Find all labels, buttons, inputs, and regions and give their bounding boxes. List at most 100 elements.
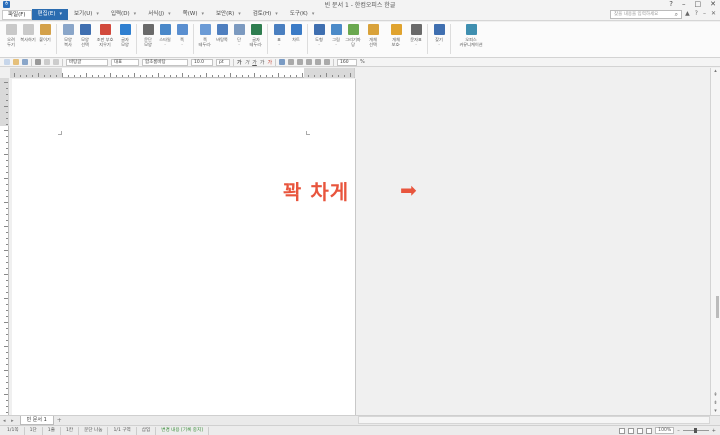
style-select[interactable]: 바탕글 xyxy=(66,58,108,66)
ribbon-button-5[interactable]: 조판 부호 지우기 xyxy=(94,22,116,56)
distribute-icon[interactable] xyxy=(315,59,322,65)
new-doc-icon[interactable] xyxy=(4,59,10,65)
ruler-tick xyxy=(74,75,75,77)
zoom-select[interactable]: 100% xyxy=(655,427,675,434)
ruler-tick xyxy=(6,124,8,125)
add-tab-button[interactable]: + xyxy=(57,417,62,424)
help-icon[interactable]: ? xyxy=(669,0,673,8)
line-spacing-input[interactable]: 160 xyxy=(337,58,358,66)
view-web-icon[interactable] xyxy=(637,427,644,434)
ruler-tick xyxy=(122,75,123,77)
maximize-button[interactable]: □ xyxy=(695,0,702,8)
menu-tools[interactable]: 도구(K) ▾ xyxy=(284,9,321,20)
ruler-tick xyxy=(98,75,99,77)
file-menu[interactable]: 파일(F) xyxy=(2,9,32,20)
doc-minimize-button[interactable]: – xyxy=(703,10,706,17)
ribbon-button-21[interactable]: 문자표 · xyxy=(408,22,424,56)
strikethrough-icon[interactable]: 가 xyxy=(260,59,265,66)
ribbon-button-2[interactable]: 붙이기 · xyxy=(37,22,53,56)
zoom-in-icon[interactable]: + xyxy=(712,428,716,434)
ribbon-button-17[interactable]: 그림 · xyxy=(328,22,344,56)
ribbon-button-label: 쪽 테두리· xyxy=(198,37,212,47)
menu-insert[interactable]: 입력(D) ▾ xyxy=(105,9,142,20)
menu-page[interactable]: 쪽(W) ▾ xyxy=(177,9,210,20)
zoom-out-icon[interactable]: – xyxy=(677,428,680,434)
ribbon-button-label: 바탕쪽 xyxy=(216,37,228,42)
align-right-icon[interactable] xyxy=(306,59,313,65)
bold-icon[interactable]: 가 xyxy=(237,59,242,66)
zoom-slider[interactable] xyxy=(682,428,709,433)
ribbon-button-15[interactable]: 차트 xyxy=(288,22,304,56)
ribbon-button-13[interactable]: 글자 테두리· xyxy=(248,22,264,56)
align-justify-icon[interactable] xyxy=(279,59,286,65)
ribbon-button-19[interactable]: 개체 선택 xyxy=(362,22,384,56)
ribbon-button-9[interactable]: 쪽 · xyxy=(174,22,190,56)
unit-select[interactable]: pt xyxy=(216,58,230,66)
horizontal-scrollbar[interactable] xyxy=(358,416,710,424)
zoom-fit-icon[interactable] xyxy=(646,427,653,434)
ribbon-button-18[interactable]: 그리기마당 xyxy=(345,22,361,56)
divide-icon[interactable] xyxy=(324,59,331,65)
ribbon-button-7[interactable]: 문단 모양 xyxy=(140,22,156,56)
scroll-thumb[interactable] xyxy=(716,296,719,318)
redo-icon[interactable] xyxy=(53,59,59,65)
help-icon[interactable]: ? xyxy=(695,10,698,17)
vertical-scrollbar[interactable]: ▴ ⇞ ⇟ ▾ xyxy=(710,68,720,415)
menu-view[interactable]: 보기(U) ▾ xyxy=(68,9,105,20)
ruler-tick xyxy=(266,75,267,77)
print-icon[interactable] xyxy=(35,59,41,65)
search-input[interactable]: 찾을 내용을 입력하세요 ⌕ xyxy=(610,10,682,19)
vertical-ruler[interactable] xyxy=(0,78,9,415)
ribbon-button-10[interactable]: 쪽 테두리· xyxy=(197,22,213,56)
scroll-up-icon[interactable]: ▴ xyxy=(711,68,720,75)
open-icon[interactable] xyxy=(13,59,19,65)
view-normal-icon[interactable] xyxy=(619,427,626,434)
italic-icon[interactable]: 가 xyxy=(245,59,250,66)
next-page-icon[interactable]: ⇟ xyxy=(711,400,720,407)
underline-icon[interactable]: 가 xyxy=(252,59,257,66)
ribbon-button-6[interactable]: 글자 모양 xyxy=(117,22,133,56)
ribbon-button-11[interactable]: 바탕쪽 xyxy=(214,22,230,56)
tab-nav-arrows[interactable]: ◂ ▸ xyxy=(3,418,16,424)
ribbon-button-14[interactable]: 표 · xyxy=(271,22,287,56)
language-select[interactable]: 대표 xyxy=(111,58,139,66)
document-page[interactable] xyxy=(12,79,356,416)
ribbon-button-22[interactable]: 찾기 · xyxy=(431,22,447,56)
font-select[interactable]: 함초롬바탕 xyxy=(142,58,188,66)
align-left-icon[interactable] xyxy=(288,59,295,65)
status-track-changes[interactable]: 변경 내용 [기록 중지] xyxy=(156,426,210,435)
ribbon-button-8[interactable]: 스타일 · xyxy=(157,22,173,56)
font-color-icon[interactable]: 가 xyxy=(267,59,272,66)
status-insert-mode[interactable]: 삽입 xyxy=(137,426,157,435)
doc-close-button[interactable]: ✕ xyxy=(711,10,716,17)
font-size-input[interactable]: 10.0 xyxy=(191,58,213,66)
tab-document-1[interactable]: 빈 문서 1 xyxy=(19,416,54,425)
status-page[interactable]: 1/1쪽 xyxy=(2,426,25,435)
ribbon-button-label: 표 · xyxy=(277,37,281,47)
minimize-button[interactable]: – xyxy=(682,0,686,8)
menu-security[interactable]: 보안(R) ▾ xyxy=(210,9,247,20)
zoom-slider-knob[interactable] xyxy=(693,428,697,433)
ribbon-button-23[interactable]: 오피스 커뮤니케이션 xyxy=(454,22,488,56)
save-icon[interactable] xyxy=(22,59,28,65)
horizontal-ruler[interactable] xyxy=(10,68,355,78)
prev-page-icon[interactable]: ⇞ xyxy=(711,392,720,399)
menu-edit[interactable]: 편집(E) ▾ xyxy=(31,9,68,20)
search-icon[interactable]: ⌕ xyxy=(675,11,678,19)
ribbon-button-12[interactable]: 단 · xyxy=(231,22,247,56)
ribbon-button-16[interactable]: 도형 · xyxy=(311,22,327,56)
view-page-icon[interactable] xyxy=(628,427,635,434)
menu-format[interactable]: 서식(J) ▾ xyxy=(142,9,177,20)
scroll-down-icon[interactable]: ▾ xyxy=(711,408,720,415)
undo-icon[interactable] xyxy=(44,59,50,65)
ribbon-button-4[interactable]: 모양 선택 xyxy=(77,22,93,56)
collapse-ribbon-icon[interactable]: ▲ xyxy=(685,10,690,17)
menu-review[interactable]: 검토(H) ▾ xyxy=(247,9,284,20)
align-center-icon[interactable] xyxy=(297,59,304,65)
ribbon-button-0[interactable]: 오려 두기 xyxy=(3,22,19,56)
ribbon-button-1[interactable]: 복사하기 xyxy=(20,22,36,56)
ribbon-button-20[interactable]: 개체 보호· xyxy=(385,22,407,56)
ruler-tick xyxy=(4,202,8,203)
ribbon-button-3[interactable]: 모양 복사 xyxy=(60,22,76,56)
close-button[interactable]: ✕ xyxy=(710,0,716,8)
